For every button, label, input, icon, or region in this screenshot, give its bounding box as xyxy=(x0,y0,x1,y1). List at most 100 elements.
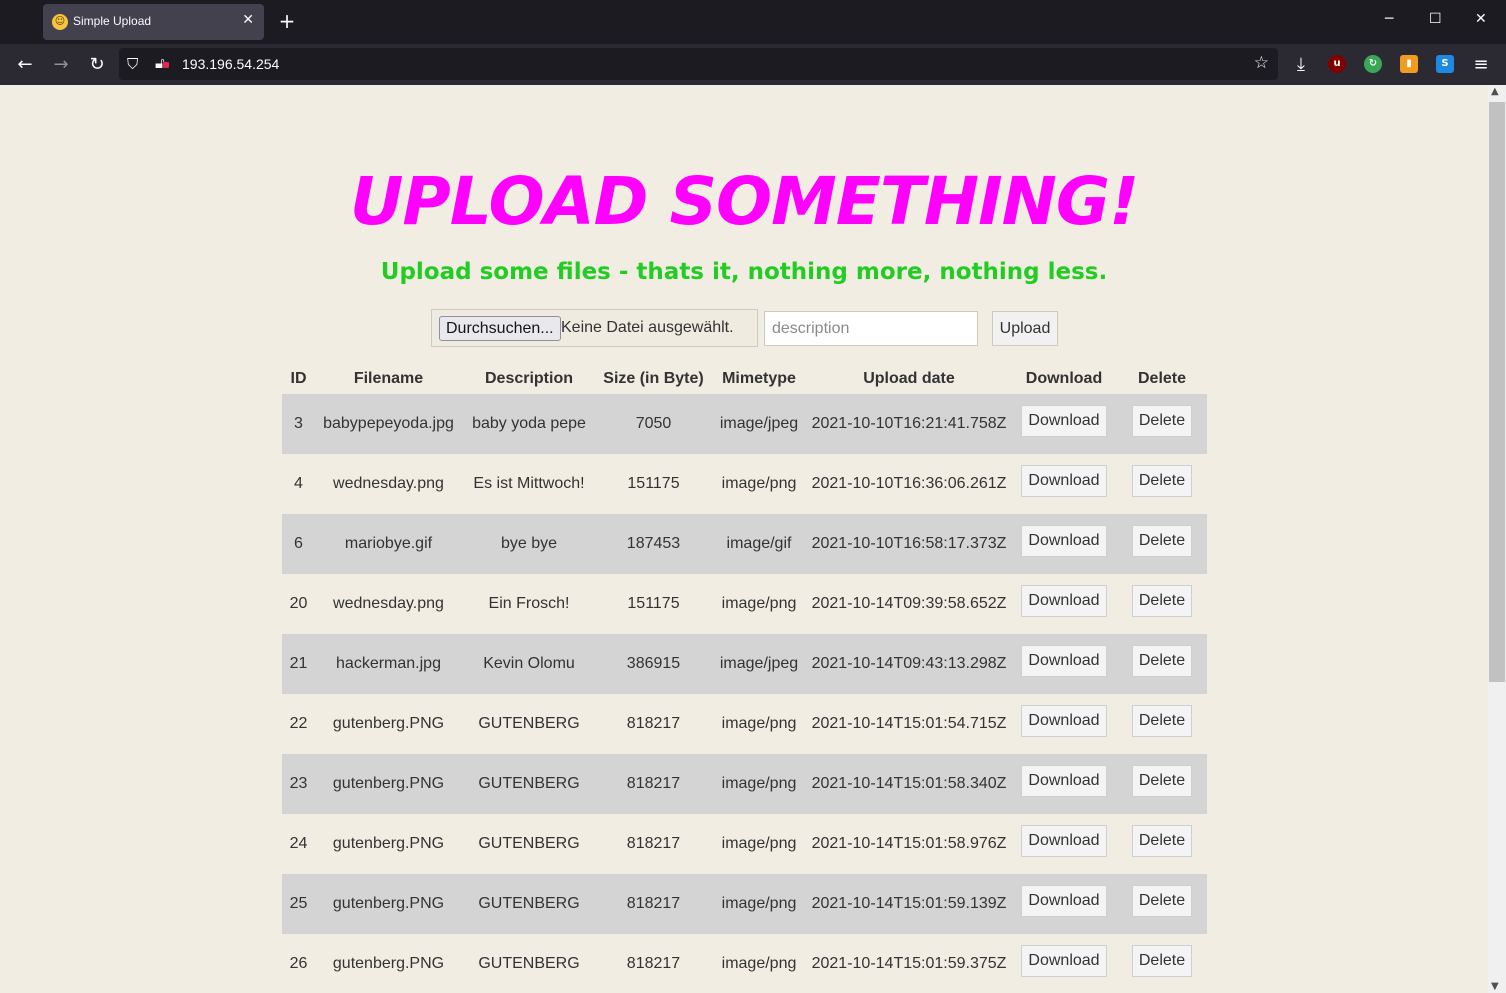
cell-upload-date: 2021-10-14T15:01:54.715Z xyxy=(811,715,1007,732)
column-header-filename: Filename xyxy=(353,369,424,387)
download-button[interactable]: Download xyxy=(1021,585,1107,617)
reload-icon[interactable]: ↻ xyxy=(85,53,109,77)
scrollbar-thumb[interactable] xyxy=(1489,102,1505,682)
column-header-description: Description xyxy=(484,369,573,387)
cell-upload-date: 2021-10-10T16:36:06.261Z xyxy=(811,475,1007,492)
cell-download: Download xyxy=(1011,874,1117,934)
star-icon[interactable]: ☆ xyxy=(1254,53,1269,73)
s-extension-icon[interactable]: S xyxy=(1436,55,1454,73)
delete-button[interactable]: Delete xyxy=(1131,945,1193,977)
table-row: 23 gutenberg.PNG GUTENBERG 818217 image/… xyxy=(282,754,1207,814)
delete-button[interactable]: Delete xyxy=(1131,765,1193,797)
tab-strip: ☺ Simple Upload ✕ + ─ ☐ ✕ xyxy=(0,0,1506,44)
cell-mimetype: image/png xyxy=(721,955,797,972)
cell-download: Download xyxy=(1011,514,1117,574)
delete-button[interactable]: Delete xyxy=(1131,705,1193,737)
download-button[interactable]: Download xyxy=(1021,465,1107,497)
cell-filename: wednesday.png xyxy=(333,595,444,612)
scroll-up-icon[interactable]: ▲ xyxy=(1491,86,1499,97)
url-bar[interactable]: ⛉ 🔓︎ 193.196.54.254 ☆ xyxy=(119,48,1278,80)
cell-description: GUTENBERG xyxy=(478,955,580,972)
download-button[interactable]: Download xyxy=(1021,765,1107,797)
column-header-upload-date: Upload date xyxy=(863,369,955,387)
page-scrollbar[interactable]: ▲ ▼ xyxy=(1488,85,1506,993)
cell-size: 7050 xyxy=(596,394,711,454)
cell-description: baby yoda pepe xyxy=(462,394,596,454)
forward-arrow-icon[interactable]: → xyxy=(49,53,73,77)
back-arrow-icon[interactable]: ← xyxy=(13,53,37,77)
delete-button[interactable]: Delete xyxy=(1131,825,1193,857)
hamburger-menu-icon[interactable]: ≡ xyxy=(1469,53,1493,77)
download-button[interactable]: Download xyxy=(1021,945,1107,977)
cell-upload-date: 2021-10-14T09:43:13.298Z xyxy=(807,634,1011,694)
minimize-icon[interactable]: ─ xyxy=(1385,11,1393,27)
cell-id: 24 xyxy=(289,835,308,852)
cell-delete: Delete xyxy=(1117,634,1207,694)
cell-mimetype: image/png xyxy=(721,715,797,732)
url-text[interactable]: 193.196.54.254 xyxy=(182,56,279,72)
download-button[interactable]: Download xyxy=(1021,405,1107,437)
delete-button[interactable]: Delete xyxy=(1131,525,1193,557)
delete-button[interactable]: Delete xyxy=(1131,465,1193,497)
download-button[interactable]: Download xyxy=(1021,885,1107,917)
download-button[interactable]: Download xyxy=(1021,645,1107,677)
cell-delete: Delete xyxy=(1117,454,1207,514)
sync-extension-icon[interactable]: ↻ xyxy=(1364,55,1382,73)
maximize-icon[interactable]: ☐ xyxy=(1429,11,1442,27)
cell-id: 25 xyxy=(282,874,315,934)
cell-delete: Delete xyxy=(1117,574,1207,634)
cell-filename: gutenberg.PNG xyxy=(332,955,445,972)
cell-upload-date: 2021-10-14T15:01:59.139Z xyxy=(807,874,1011,934)
cell-description: GUTENBERG xyxy=(462,874,596,934)
delete-button[interactable]: Delete xyxy=(1131,645,1193,677)
cell-filename: gutenberg.PNG xyxy=(332,835,445,852)
download-button[interactable]: Download xyxy=(1021,825,1107,857)
cell-delete: Delete xyxy=(1117,694,1207,754)
cell-id: 21 xyxy=(282,634,315,694)
cell-size: 386915 xyxy=(596,634,711,694)
download-button[interactable]: Download xyxy=(1021,705,1107,737)
ublock-extension-icon[interactable]: u xyxy=(1328,55,1346,73)
table-header-row: ID Filename Description Size (in Byte) M… xyxy=(282,363,1207,394)
scroll-down-icon[interactable]: ▼ xyxy=(1491,981,1499,992)
page-content: UPLOAD SOMETHING! Upload some files - th… xyxy=(0,85,1488,993)
cell-size: 818217 xyxy=(626,955,681,972)
close-window-icon[interactable]: ✕ xyxy=(1475,11,1487,27)
cell-size: 187453 xyxy=(596,514,711,574)
download-button[interactable]: Download xyxy=(1021,525,1107,557)
delete-button[interactable]: Delete xyxy=(1131,585,1193,617)
cell-download: Download xyxy=(1011,934,1117,993)
page-subtitle: Upload some files - thats it, nothing mo… xyxy=(380,259,1108,285)
file-input[interactable]: Durchsuchen... Keine Datei ausgewählt. xyxy=(431,309,758,347)
tab-simple-upload[interactable]: ☺ Simple Upload ✕ xyxy=(43,4,264,40)
new-tab-button[interactable]: + xyxy=(276,9,298,33)
cell-download: Download xyxy=(1011,394,1117,454)
table-row: 24 gutenberg.PNG GUTENBERG 818217 image/… xyxy=(282,814,1207,874)
shield-icon[interactable]: ⛉ xyxy=(127,55,138,73)
browse-button[interactable]: Durchsuchen... xyxy=(439,316,561,341)
cell-mimetype: image/jpeg xyxy=(711,634,807,694)
orange-extension-icon[interactable]: ▮ xyxy=(1400,55,1418,73)
cell-id: 26 xyxy=(289,955,308,972)
cell-description: Kevin Olomu xyxy=(462,634,596,694)
cell-download: Download xyxy=(1011,754,1117,814)
delete-button[interactable]: Delete xyxy=(1131,405,1193,437)
cell-description: Ein Frosch! xyxy=(488,595,570,612)
cell-upload-date: 2021-10-10T16:58:17.373Z xyxy=(807,514,1011,574)
cell-upload-date: 2021-10-14T15:01:59.375Z xyxy=(811,955,1007,972)
cell-size: 818217 xyxy=(626,835,681,852)
delete-button[interactable]: Delete xyxy=(1131,885,1193,917)
upload-button[interactable]: Upload xyxy=(992,311,1058,346)
cell-description: GUTENBERG xyxy=(462,754,596,814)
cell-size: 818217 xyxy=(626,715,681,732)
cell-size: 818217 xyxy=(596,874,711,934)
cell-id: 22 xyxy=(289,715,308,732)
cell-description: Es ist Mittwoch! xyxy=(473,475,585,492)
column-header-size: Size (in Byte) xyxy=(603,369,704,387)
cell-mimetype: image/png xyxy=(721,595,797,612)
close-tab-icon[interactable]: ✕ xyxy=(242,12,254,28)
cell-description: bye bye xyxy=(462,514,596,574)
description-input[interactable] xyxy=(764,311,978,346)
download-icon[interactable]: ⤓ xyxy=(1289,53,1313,77)
cell-upload-date: 2021-10-14T15:01:58.976Z xyxy=(811,835,1007,852)
